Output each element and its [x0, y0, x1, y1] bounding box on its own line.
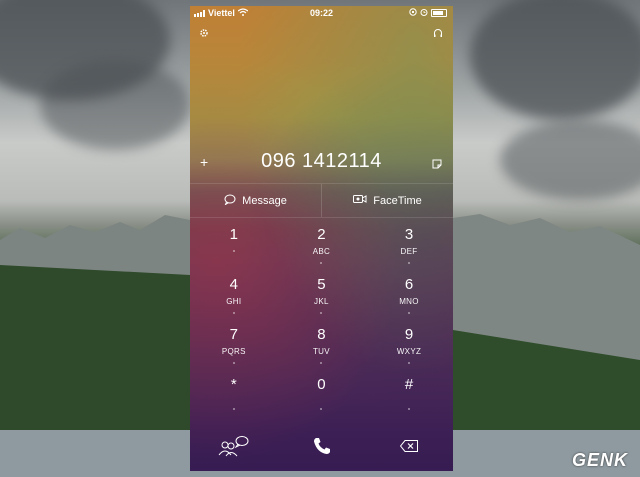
key-letters: PQRS — [221, 347, 246, 356]
key-letters: DEF — [400, 247, 418, 256]
key-dot — [407, 362, 410, 364]
key-dot — [320, 312, 323, 314]
watermark-logo: GENK — [571, 450, 628, 470]
chat-bubble-icon — [224, 194, 236, 208]
key-1[interactable]: 1 — [190, 226, 278, 276]
key-4[interactable]: 4 GHI — [190, 276, 278, 326]
key-dot — [232, 362, 235, 364]
keypad: 1 2 ABC 3 DEF 4 GHI 5 JKL 6 MNO 7 PQRS 8 TUV 9 W… — [190, 226, 453, 426]
key-digit: 2 — [317, 226, 326, 243]
key-dot — [320, 408, 323, 410]
gear-icon[interactable] — [199, 28, 209, 41]
key-dot — [407, 312, 410, 314]
video-camera-icon — [353, 194, 367, 207]
key-digit: 3 — [404, 226, 414, 243]
key-2[interactable]: 2 ABC — [278, 226, 366, 276]
headphones-icon[interactable] — [433, 28, 443, 41]
bottom-bar — [190, 431, 453, 461]
battery-icon — [431, 9, 447, 17]
key-dot — [232, 408, 235, 410]
key-digit: 8 — [317, 326, 326, 343]
key-letters: MNO — [399, 297, 419, 306]
contacts-chat-icon[interactable] — [190, 431, 278, 461]
key-digit: 4 — [229, 276, 238, 293]
key-star[interactable]: * — [190, 376, 278, 426]
key-5[interactable]: 5 JKL — [278, 276, 366, 326]
phone-dialer-window: Viettel 09:22 + 096 1412114 Message Face… — [190, 6, 453, 471]
key-3[interactable]: 3 DEF — [365, 226, 453, 276]
key-dot — [407, 408, 410, 410]
key-8[interactable]: 8 TUV — [278, 326, 366, 376]
key-digit: 1 — [229, 226, 238, 243]
message-label: Message — [242, 194, 287, 207]
key-letters: WXYZ — [396, 347, 422, 356]
key-dot — [320, 362, 323, 364]
key-0[interactable]: 0 — [278, 376, 366, 426]
key-hash[interactable]: # — [365, 376, 453, 426]
key-digit: * — [230, 376, 237, 393]
key-7[interactable]: 7 PQRS — [190, 326, 278, 376]
note-icon[interactable] — [432, 156, 442, 172]
key-dot — [407, 262, 410, 264]
message-button[interactable]: Message — [190, 184, 321, 217]
key-digit: 9 — [404, 326, 414, 343]
key-digit: # — [404, 376, 414, 393]
alarm-icon — [420, 8, 428, 18]
key-6[interactable]: 6 MNO — [365, 276, 453, 326]
dialed-number: 096 1412114 — [261, 150, 382, 172]
contact-actions: Message FaceTime — [190, 183, 453, 218]
key-letters: GHI — [226, 297, 242, 306]
key-letters: ABC — [312, 247, 331, 256]
key-digit: 7 — [229, 326, 238, 343]
key-9[interactable]: 9 WXYZ — [365, 326, 453, 376]
orientation-lock-icon — [409, 8, 417, 18]
key-digit: 0 — [317, 376, 326, 393]
backspace-icon[interactable] — [365, 431, 453, 461]
key-dot — [232, 312, 235, 314]
key-digit: 6 — [404, 276, 414, 293]
key-letters: TUV — [312, 347, 330, 356]
key-digit: 5 — [317, 276, 326, 293]
key-dot — [320, 262, 323, 264]
facetime-label: FaceTime — [373, 194, 422, 207]
key-letters: JKL — [314, 297, 329, 306]
phone-icon[interactable] — [278, 431, 366, 461]
status-bar: Viettel 09:22 — [190, 6, 453, 20]
key-dot — [232, 250, 235, 252]
facetime-button[interactable]: FaceTime — [322, 184, 453, 217]
